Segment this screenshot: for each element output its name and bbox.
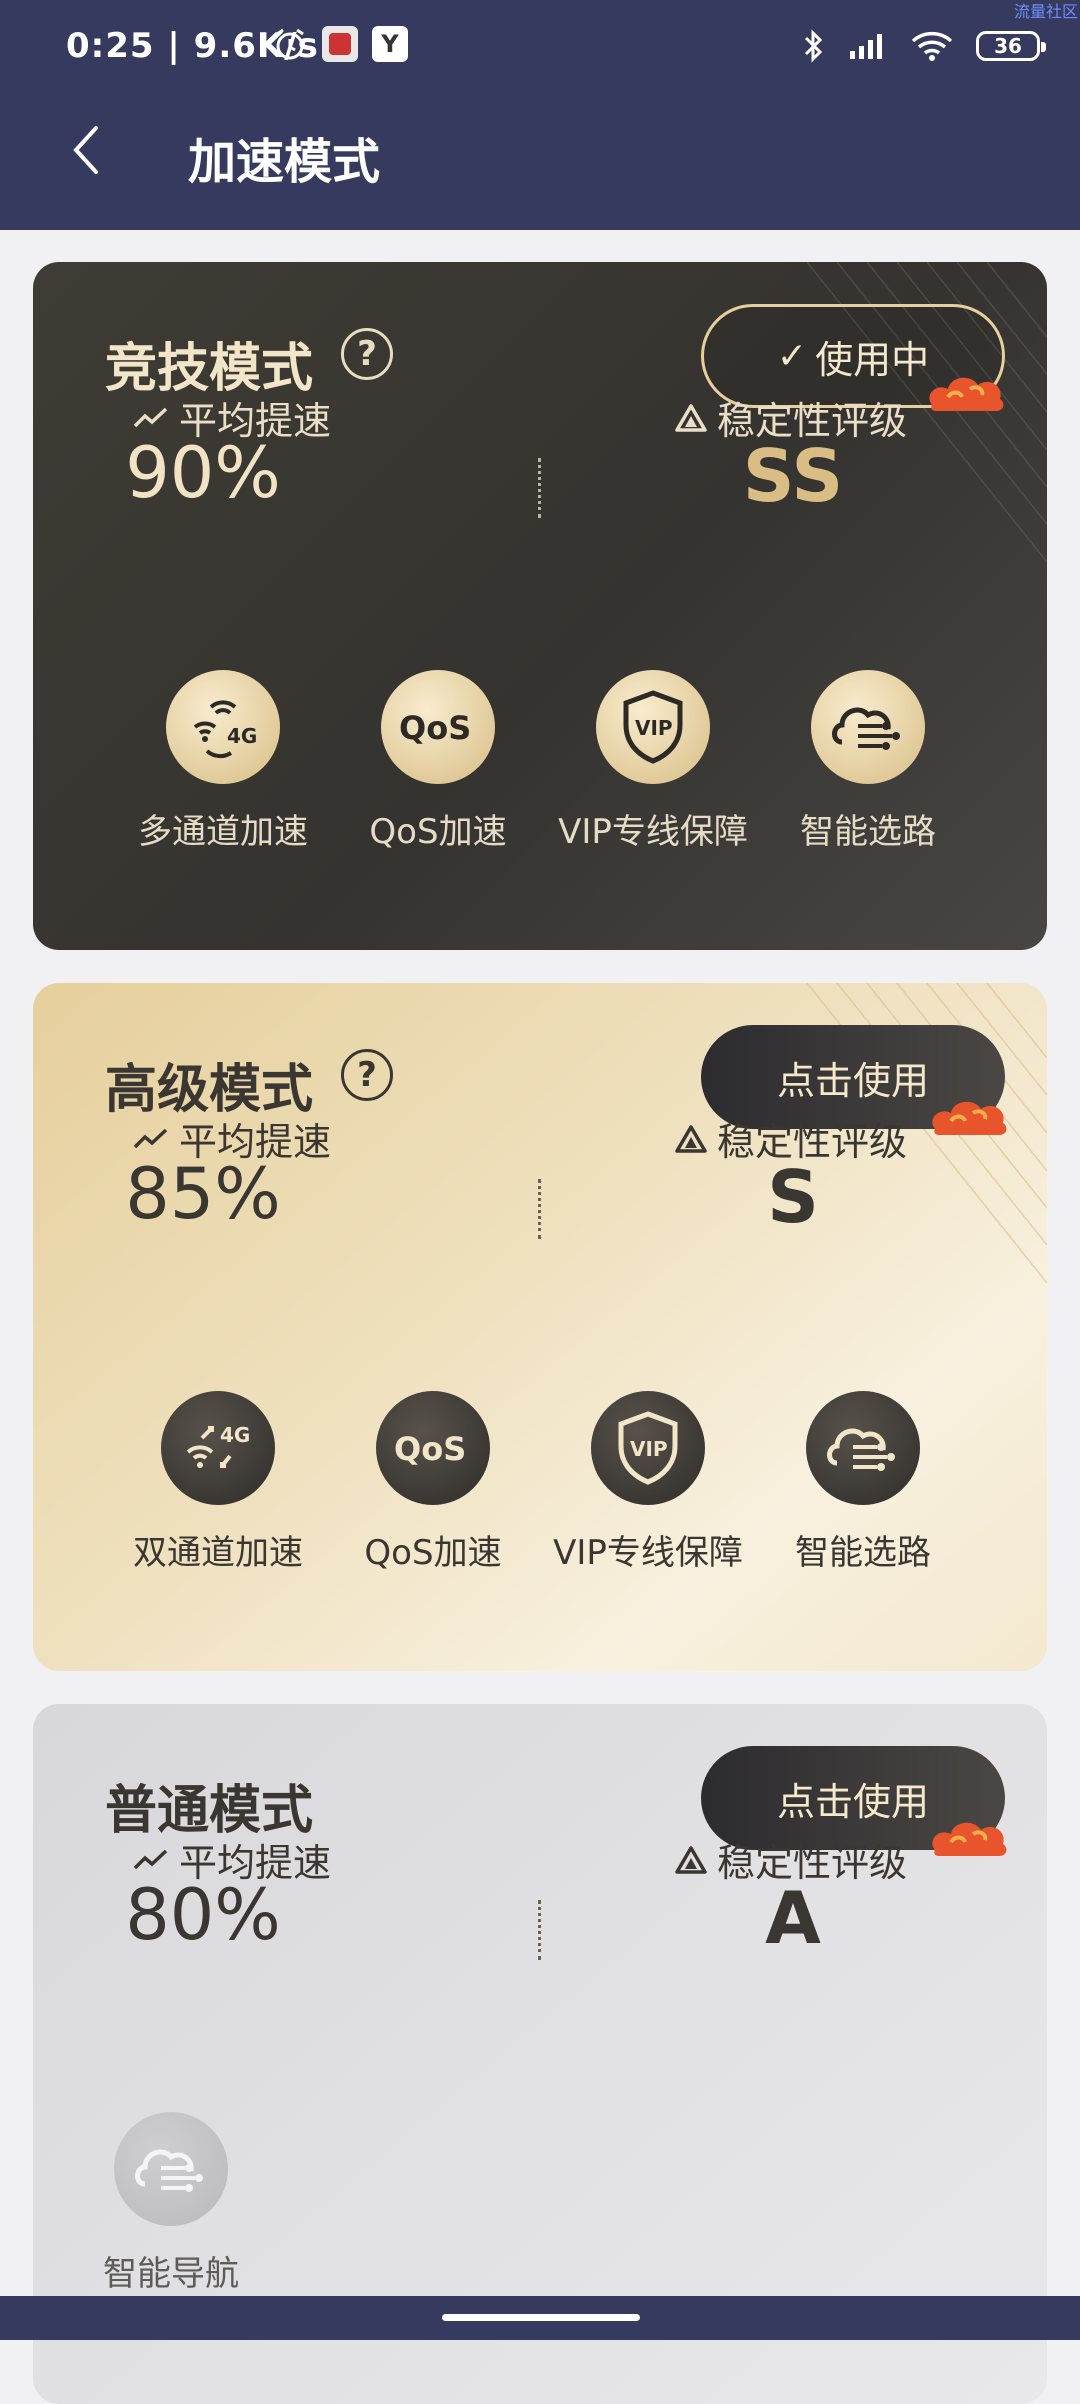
feature-label: 多通道加速 [138, 812, 308, 852]
dual-channel-4g-icon: 4G [161, 1391, 275, 1505]
avg-speed-value: 85% [125, 1153, 281, 1235]
back-button[interactable] [62, 120, 112, 180]
qos-icon: QoS [376, 1391, 490, 1505]
status-bar: 0:25 | 9.6K/s Y 36 流量社区 [0, 0, 1080, 95]
avg-speed-value: 90% [125, 432, 281, 514]
page-title: 加速模式 [188, 134, 381, 190]
svg-text:VIP: VIP [630, 1437, 668, 1461]
trend-icon [133, 1849, 168, 1869]
metric-divider [538, 1179, 541, 1239]
stability-grade: S [767, 1155, 819, 1239]
help-icon[interactable]: ? [341, 1049, 393, 1101]
warning-triangle-icon [675, 1124, 707, 1153]
action-label: 点击使用 [776, 1779, 929, 1824]
smart-route-cloud-icon [811, 670, 925, 784]
status-icons-left: Y [272, 26, 408, 62]
auspicious-cloud-icon [932, 1822, 1007, 1856]
warning-triangle-icon [675, 1845, 707, 1874]
help-icon[interactable]: ? [341, 328, 393, 380]
vip-shield-icon: VIP [591, 1391, 705, 1505]
svg-text:VIP: VIP [635, 716, 673, 740]
svg-text:4G: 4G [220, 1423, 250, 1447]
feature-multi-channel: 4G 多通道加速 [123, 670, 323, 853]
battery-icon: 36 [976, 31, 1046, 61]
feature-label: QoS加速 [364, 1533, 502, 1573]
svg-text:QoS: QoS [399, 709, 471, 747]
mode-card-advanced: 高级模式 ? 点击使用 平均提速 85% 稳定性评级 S 4G 双通道加速 Qo… [33, 983, 1047, 1671]
bluetooth-icon [804, 29, 823, 63]
feature-label: 智能导航 [103, 2254, 239, 2294]
avg-speed-value: 80% [125, 1874, 281, 1956]
svg-text:4G: 4G [227, 724, 257, 748]
checkmark-icon: ✓ [776, 335, 808, 377]
trend-icon [133, 407, 168, 427]
multi-channel-4g-icon: 4G [166, 670, 280, 784]
home-gesture-handle[interactable] [442, 2314, 640, 2321]
auspicious-cloud-icon [932, 1101, 1007, 1135]
stability-grade: SS [742, 434, 844, 518]
feature-smart-route: 智能选路 [763, 1391, 963, 1574]
feature-label: VIP专线保障 [558, 812, 748, 852]
signal-icon [850, 34, 882, 59]
feature-label: VIP专线保障 [553, 1533, 743, 1573]
smart-navigation-cloud-icon [114, 2112, 228, 2226]
feature-label: 智能选路 [800, 812, 936, 852]
top-bar: 0:25 | 9.6K/s Y 36 流量社区 加速模式 [0, 0, 1080, 230]
wifi-icon [911, 31, 953, 61]
feature-vip: VIP VIP专线保障 [553, 670, 753, 853]
metric-divider [538, 458, 541, 518]
feature-qos: QoS QoS加速 [333, 1391, 533, 1574]
action-label: 使用中 [815, 337, 930, 382]
svg-text:QoS: QoS [394, 1430, 466, 1468]
watermark-text: 流量社区 [1013, 2, 1078, 21]
metric-divider [538, 1900, 541, 1960]
trend-icon [133, 1128, 168, 1148]
feature-qos: QoS QoS加速 [338, 670, 538, 853]
app-notification-icon [322, 26, 358, 62]
clock-text: 0:25 [66, 26, 155, 66]
auspicious-cloud-icon [929, 377, 1004, 411]
system-nav-bar [0, 2296, 1080, 2340]
status-icons-right: 36 [802, 28, 1046, 64]
mode-card-competitive: 竞技模式 ? ✓ 使用中 平均提速 90% 稳定性评级 SS 4G 多通道加速 … [33, 262, 1047, 950]
yandex-app-icon: Y [372, 26, 408, 62]
feature-smart-route: 智能选路 [768, 670, 968, 853]
battery-level-text: 36 [994, 34, 1022, 58]
action-label: 点击使用 [776, 1058, 929, 1103]
qos-icon: QoS [381, 670, 495, 784]
feature-dual-channel: 4G 双通道加速 [118, 1391, 318, 1574]
feature-label: 智能选路 [795, 1533, 931, 1573]
feature-label: QoS加速 [369, 812, 507, 852]
vip-shield-icon: VIP [596, 670, 710, 784]
stability-grade: A [765, 1876, 821, 1960]
alarm-icon [276, 28, 304, 60]
smart-route-cloud-icon [806, 1391, 920, 1505]
feature-label: 双通道加速 [133, 1533, 303, 1573]
feature-vip: VIP VIP专线保障 [548, 1391, 748, 1574]
warning-triangle-icon [675, 403, 707, 432]
feature-smart-navigation: 智能导航 [71, 2112, 271, 2295]
